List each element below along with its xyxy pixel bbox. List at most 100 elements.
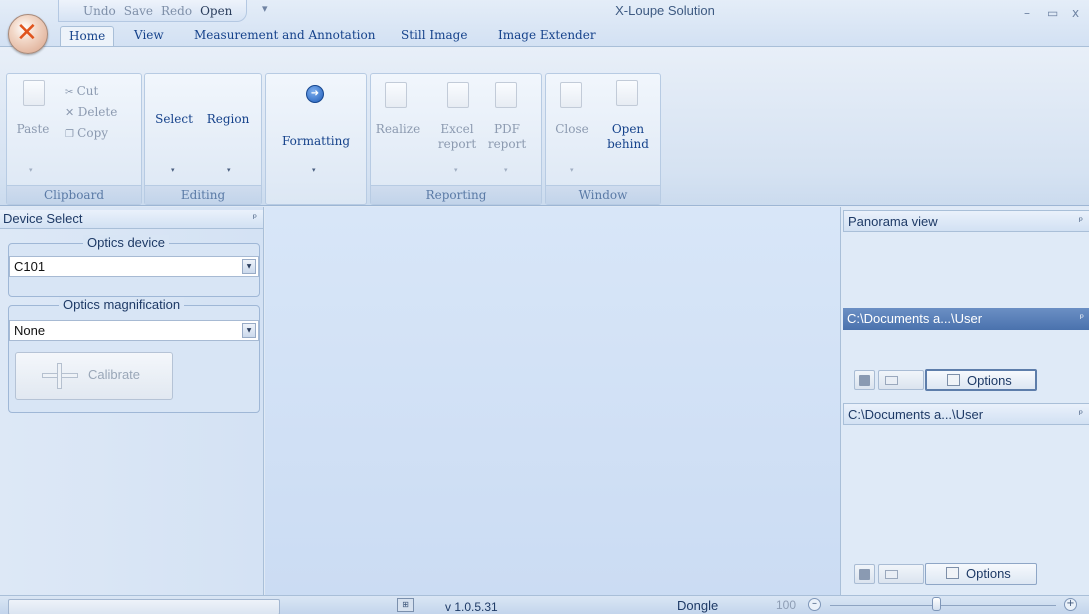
zoom-level-value: 100	[776, 598, 797, 612]
zoom-out-button[interactable]: –	[808, 598, 821, 611]
formatting-dropdown-arrow[interactable]: ▾	[312, 166, 316, 174]
pdf-report-icon	[495, 82, 517, 108]
editing-group-label: Editing	[145, 185, 261, 204]
folder-path-1: C:\Documents a...\User	[847, 311, 983, 326]
panorama-view-title: Panorama view	[848, 214, 938, 229]
tab-measurement-and-annotation[interactable]: Measurement and Annotation	[186, 26, 383, 46]
formatting-icon: ➜	[306, 85, 324, 103]
app-logo-icon: ✕	[16, 18, 38, 48]
options-icon	[947, 374, 960, 386]
realize-icon	[385, 82, 407, 108]
pin-icon[interactable]: ᵖ	[1079, 404, 1083, 425]
open-button[interactable]: Open	[200, 4, 232, 18]
chevron-down-icon[interactable]: ▼	[242, 259, 256, 274]
close-button[interactable]: Close	[552, 122, 592, 137]
pin-icon[interactable]: ᵖ	[1079, 211, 1083, 232]
folder-icon	[885, 570, 898, 579]
copy-icon: ❐	[65, 129, 78, 140]
panorama-view-header: Panorama view ᵖ	[843, 210, 1089, 232]
folder-path-2: C:\Documents a...\User	[848, 407, 984, 422]
options-button-1[interactable]: Options	[925, 369, 1037, 391]
minimize-button[interactable]: –	[1024, 6, 1030, 20]
close-dropdown-arrow[interactable]: ▾	[570, 166, 574, 174]
fullscreen-icon[interactable]: ⊞	[397, 598, 414, 612]
undo-button[interactable]: Undo	[83, 4, 116, 18]
delete-icon: ✕	[65, 106, 78, 119]
excel-report-button[interactable]: Excel report	[437, 122, 477, 152]
tab-home[interactable]: Home	[60, 26, 115, 46]
delete-button[interactable]: ✕ Delete	[65, 105, 117, 120]
open-folder-button-2[interactable]	[878, 564, 924, 584]
options-icon	[946, 567, 959, 579]
open-behind-icon	[616, 80, 638, 106]
dongle-status: Dongle	[677, 598, 719, 613]
save-icon-button[interactable]	[854, 370, 875, 390]
region-button[interactable]: Region	[203, 112, 253, 127]
reporting-group: Realize Excel report PDF report ▾ ▾ Report…	[370, 73, 542, 205]
tab-image-extender[interactable]: Image Extender	[490, 26, 604, 46]
zoom-in-button[interactable]: +	[1064, 598, 1077, 611]
chevron-down-icon[interactable]: ▼	[242, 323, 256, 338]
cut-button[interactable]: ✂ Cut	[65, 84, 98, 100]
region-dropdown-arrow[interactable]: ▾	[227, 166, 231, 174]
excel-report-icon	[447, 82, 469, 108]
tab-still-image[interactable]: Still Image	[393, 26, 475, 46]
open-behind-button[interactable]: Open behind	[604, 122, 652, 152]
application-menu-button[interactable]: ✕	[8, 14, 48, 54]
clipboard-group-label: Clipboard	[7, 185, 141, 204]
formatting-button[interactable]: Formatting	[274, 134, 358, 149]
window-group-label: Window	[546, 185, 660, 204]
status-bar: ⊞ v 1.0.5.31 Dongle 100 – +	[0, 595, 1089, 614]
save-button[interactable]: Save	[124, 4, 153, 18]
paste-dropdown-arrow[interactable]: ▾	[29, 166, 33, 174]
zoom-slider-track[interactable]	[830, 605, 1056, 606]
device-select-header: Device Select ᵖ	[0, 210, 263, 229]
workspace-area[interactable]	[265, 207, 840, 595]
pdf-report-button[interactable]: PDF report	[487, 122, 527, 152]
optics-magnification-select[interactable]: None ▼	[9, 320, 259, 341]
pin-icon[interactable]: ᵖ	[253, 210, 257, 228]
clipboard-group: Paste ▾ ✂ Cut ✕ Delete ❐ Copy Clipboard	[6, 73, 142, 205]
realize-button[interactable]: Realize	[375, 122, 421, 137]
close-window-button[interactable]: x	[1072, 6, 1079, 20]
optics-device-group: Optics device C101 ▼	[8, 235, 260, 297]
save-icon	[859, 569, 870, 580]
redo-button[interactable]: Redo	[161, 4, 192, 18]
device-select-panel: Device Select ᵖ Optics device C101 ▼ Opt…	[0, 207, 264, 595]
optics-device-select[interactable]: C101 ▼	[9, 256, 259, 277]
open-folder-button[interactable]	[878, 370, 924, 390]
pdf-dropdown-arrow[interactable]: ▾	[504, 166, 508, 174]
optics-device-legend: Optics device	[83, 235, 170, 250]
tab-view[interactable]: View	[126, 26, 172, 46]
status-text-field	[8, 599, 280, 614]
editing-group: Select Region ▾ ▾ Editing	[144, 73, 262, 205]
customize-qat-button[interactable]: ▾	[262, 2, 268, 15]
version-label: v 1.0.5.31	[445, 600, 498, 614]
options-button-2[interactable]: Options	[925, 563, 1037, 585]
optics-magnification-value: None	[14, 323, 46, 338]
select-dropdown-arrow[interactable]: ▾	[171, 166, 175, 174]
save-icon	[859, 375, 870, 386]
reporting-group-label: Reporting	[371, 185, 541, 204]
window-title: X-Loupe Solution	[615, 3, 715, 18]
folder-pane-header-2: C:\Documents a...\User ᵖ	[843, 403, 1089, 425]
save-icon-button-2[interactable]	[854, 564, 875, 584]
ribbon: Paste ▾ ✂ Cut ✕ Delete ❐ Copy Clipboard …	[0, 46, 1089, 206]
select-button[interactable]: Select	[151, 112, 197, 127]
quick-access-toolbar: Undo Save Redo Open	[58, 0, 248, 22]
optics-device-value: C101	[14, 259, 46, 274]
zoom-slider-thumb[interactable]	[932, 597, 942, 611]
calibrate-button[interactable]: Calibrate	[15, 352, 173, 400]
close-window-icon	[560, 82, 582, 108]
formatting-group: ➜ Formatting ▾	[265, 73, 367, 205]
calibrate-label: Calibrate	[88, 367, 141, 382]
cut-icon: ✂	[65, 87, 77, 98]
window-group: Close Open behind ▾ Window	[545, 73, 661, 205]
paste-icon	[23, 80, 45, 106]
pin-icon[interactable]: ᵖ	[1080, 308, 1084, 329]
copy-button[interactable]: ❐ Copy	[65, 126, 108, 142]
optics-magnification-legend: Optics magnification	[59, 297, 185, 312]
paste-button[interactable]: Paste	[15, 122, 51, 137]
excel-dropdown-arrow[interactable]: ▾	[454, 166, 458, 174]
maximize-button[interactable]: ▭	[1047, 6, 1058, 20]
